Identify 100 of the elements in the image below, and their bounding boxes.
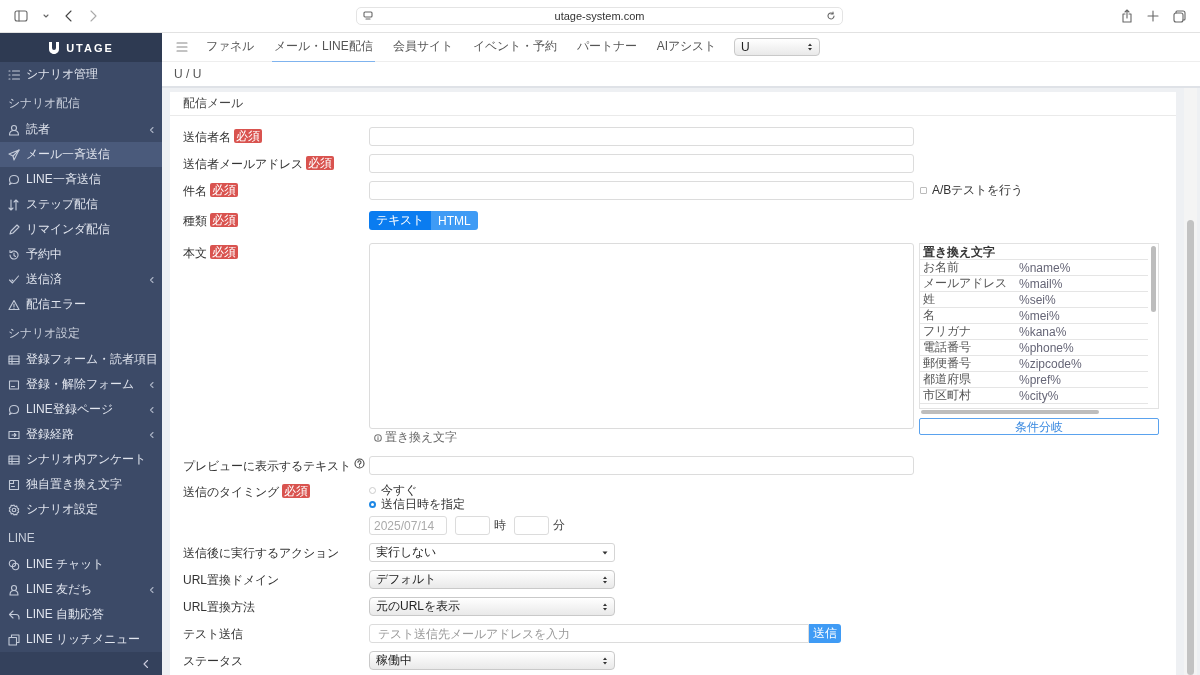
table-cell: %mei%: [1019, 308, 1060, 323]
sidebar-item[interactable]: LINE 自動応答: [0, 602, 162, 627]
scrollbar[interactable]: [921, 410, 1099, 414]
required-badge: 必須: [234, 129, 262, 143]
toggle-button[interactable]: テキスト: [369, 211, 431, 230]
nav-tab[interactable]: AIアシスト: [654, 31, 719, 63]
sidebar-item[interactable]: LINE登録ページ: [0, 397, 162, 422]
hint-link[interactable]: 置き換え文字: [385, 429, 457, 446]
unit-label: 分: [553, 517, 565, 534]
breadcrumb[interactable]: U / U: [174, 67, 202, 81]
menu-icon[interactable]: [176, 42, 188, 52]
share-icon[interactable]: [1121, 9, 1133, 23]
form-icon: [8, 378, 20, 391]
select-field[interactable]: 元のURLを表示: [369, 597, 615, 616]
table-cell-text: メールアドレス: [922, 275, 1008, 292]
unit-label: 時: [494, 517, 506, 534]
reload-icon[interactable]: [826, 11, 836, 21]
back-icon[interactable]: [64, 9, 74, 23]
select-field[interactable]: デフォルト: [369, 570, 615, 589]
nav-tab[interactable]: ファネル: [204, 31, 256, 63]
tabs-icon[interactable]: [1173, 9, 1186, 23]
field-label: 本文: [183, 245, 207, 262]
hour-field[interactable]: [455, 516, 490, 535]
sidebar-item[interactable]: 読者: [0, 117, 162, 142]
required-badge: 必須: [210, 183, 238, 197]
sidebar-item[interactable]: リマインダ配信: [0, 217, 162, 242]
sidebar-item[interactable]: LINE一斉送信: [0, 167, 162, 192]
table-cell: %zipcode%: [1019, 356, 1082, 371]
checkbox[interactable]: [920, 187, 927, 194]
nav-tab[interactable]: 会員サイト: [390, 31, 455, 63]
field-label: 件名: [183, 183, 207, 200]
sidebar-item[interactable]: 送信済: [0, 267, 162, 292]
chat-icon: [8, 558, 20, 571]
condition-button[interactable]: 条件分岐: [919, 418, 1159, 435]
field-label: 送信者名: [183, 129, 231, 146]
select-field[interactable]: U: [734, 38, 821, 56]
page-icon: [363, 11, 373, 21]
updown-icon: [602, 655, 608, 666]
sidebar-item[interactable]: シナリオ設定: [0, 497, 162, 522]
sidebar-item[interactable]: LINE リッチメニュー: [0, 627, 162, 652]
sidebar-item[interactable]: 登録・解除フォーム: [0, 372, 162, 397]
card-title: 配信メール: [170, 92, 1176, 116]
scrollbar[interactable]: [1151, 246, 1156, 312]
text-field[interactable]: [369, 456, 914, 475]
sidebar-item[interactable]: 配信エラー: [0, 292, 162, 317]
date-field[interactable]: 2025/07/14: [369, 516, 447, 535]
sort-icon: [8, 198, 20, 211]
text-field[interactable]: [369, 154, 914, 173]
plus-icon[interactable]: [1147, 10, 1159, 22]
text-field[interactable]: [369, 181, 914, 200]
form-icon: [8, 478, 20, 491]
updown-icon: [602, 574, 608, 585]
table-cell-text: お名前: [922, 259, 960, 276]
sidebar-item[interactable]: 予約中: [0, 242, 162, 267]
table-cell-text: 名: [922, 307, 936, 324]
url-text: utage-system.com: [554, 10, 645, 22]
select-field[interactable]: 実行しない: [369, 543, 615, 562]
card-icon: [8, 428, 20, 441]
field-label: 送信者メールアドレス: [183, 156, 303, 173]
text-field[interactable]: [369, 127, 914, 146]
scrollbar[interactable]: [1187, 220, 1194, 675]
check-icon: [8, 273, 20, 286]
chevron-down-icon[interactable]: [42, 13, 50, 19]
logo-text: UTAGE: [66, 41, 114, 54]
send-icon: [8, 148, 20, 161]
warning-icon: [8, 298, 20, 311]
table-cell: %mail%: [1019, 276, 1063, 291]
copy-icon: [8, 633, 20, 646]
field-label: URL置換方法: [183, 599, 255, 616]
select-field[interactable]: 稼働中: [369, 651, 615, 670]
sidebar-item[interactable]: 独自置き換え文字: [0, 472, 162, 497]
sidebar-item[interactable]: シナリオ内アンケート: [0, 447, 162, 472]
radio-button[interactable]: [369, 500, 376, 508]
nav-tab[interactable]: イベント・予約: [470, 31, 559, 63]
table-cell-text: 電話番号: [922, 339, 972, 356]
address-bar[interactable]: utage-system.com: [356, 7, 843, 25]
person-icon: [8, 583, 20, 596]
help-icon[interactable]: [354, 458, 365, 469]
minute-field[interactable]: [514, 516, 549, 535]
sidebar-item[interactable]: シナリオ管理: [0, 62, 162, 87]
text-area[interactable]: [369, 243, 914, 429]
sidebar-item[interactable]: LINE 友だち: [0, 577, 162, 602]
table-cell-text: 郵便番号: [922, 355, 972, 372]
checkbox-label[interactable]: A/Bテストを行う: [932, 182, 1024, 199]
field-label: ステータス: [183, 653, 243, 670]
sidebar-item[interactable]: 登録フォーム・読者項目: [0, 347, 162, 372]
field-label: 送信のタイミング: [183, 484, 279, 501]
forward-icon[interactable]: [88, 9, 98, 23]
sidebar-item[interactable]: 登録経路: [0, 422, 162, 447]
nav-tab[interactable]: パートナー: [574, 31, 639, 63]
table-cell: %kana%: [1019, 324, 1067, 339]
sidebar-item[interactable]: メール一斉送信: [0, 142, 162, 167]
pencil-icon: [8, 223, 20, 236]
required-badge: 必須: [210, 245, 238, 259]
collapse-icon[interactable]: [142, 658, 150, 669]
sidebar-item[interactable]: LINE チャット: [0, 552, 162, 577]
sidebar-icon[interactable]: [14, 10, 28, 22]
table-cell: %phone%: [1019, 340, 1074, 355]
email-field[interactable]: テスト送信先メールアドレスを入力: [369, 624, 809, 643]
sidebar-item[interactable]: ステップ配信: [0, 192, 162, 217]
